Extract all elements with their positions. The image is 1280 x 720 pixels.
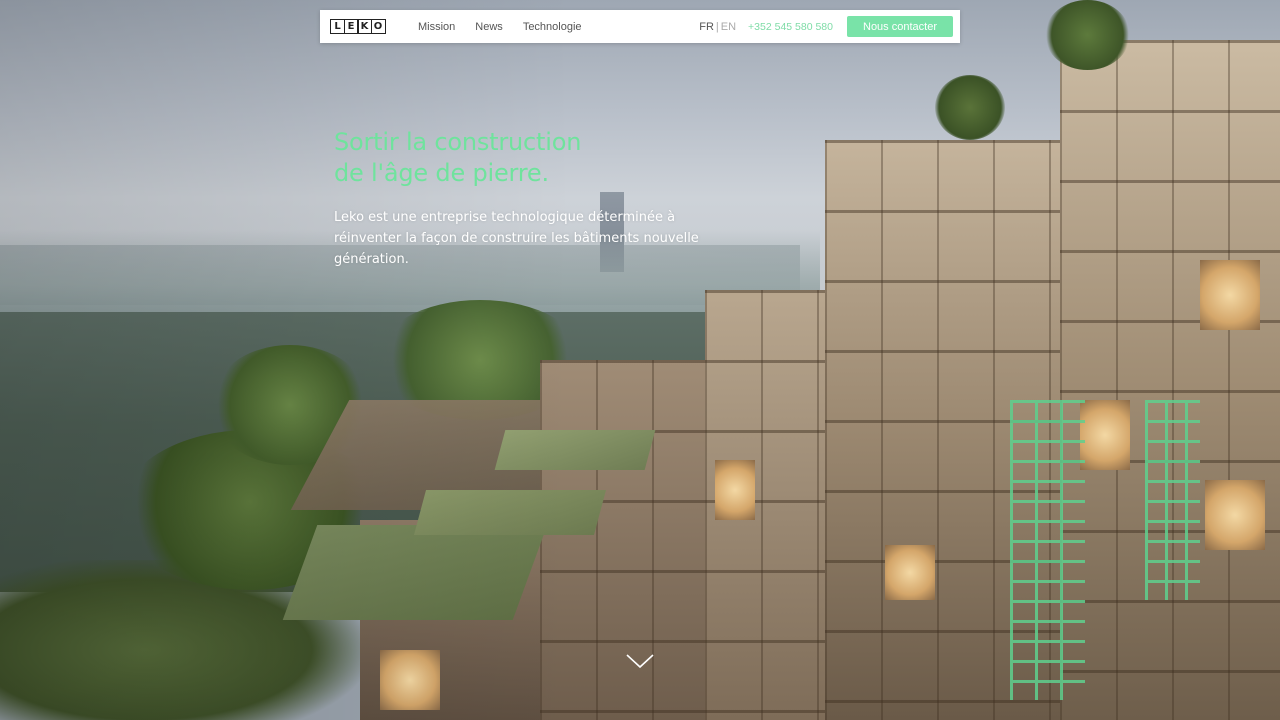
top-nav-bar: L E K O Mission News Technologie FR | EN +… [320, 10, 960, 43]
chevron-down-icon [626, 654, 654, 669]
scroll-down-button[interactable] [624, 650, 656, 672]
lang-fr[interactable]: FR [699, 21, 714, 33]
nav-link-technologie[interactable]: Technologie [523, 21, 582, 33]
leko-logo[interactable]: L E K O [330, 19, 386, 34]
hero-title: Sortir la construction de l'âge de pierr… [334, 127, 694, 189]
hero-description: Leko est une entreprise technologique dé… [334, 210, 699, 267]
logo-letter: O [370, 19, 386, 34]
nav-right-group: FR | EN +352 545 580 580 Nous contacter [699, 16, 953, 37]
hero-background-image [0, 0, 1280, 720]
language-switcher: FR | EN [699, 21, 736, 33]
hero-title-line-1: Sortir la construction [334, 128, 582, 156]
hero-title-line-2: de l'âge de pierre. [334, 159, 549, 187]
nav-link-news[interactable]: News [475, 21, 503, 33]
main-menu: Mission News Technologie [418, 21, 582, 33]
phone-link[interactable]: +352 545 580 580 [748, 21, 833, 33]
contact-button[interactable]: Nous contacter [847, 16, 953, 37]
lang-en[interactable]: EN [721, 21, 736, 33]
lang-separator: | [715, 20, 719, 33]
nav-link-mission[interactable]: Mission [418, 21, 455, 33]
